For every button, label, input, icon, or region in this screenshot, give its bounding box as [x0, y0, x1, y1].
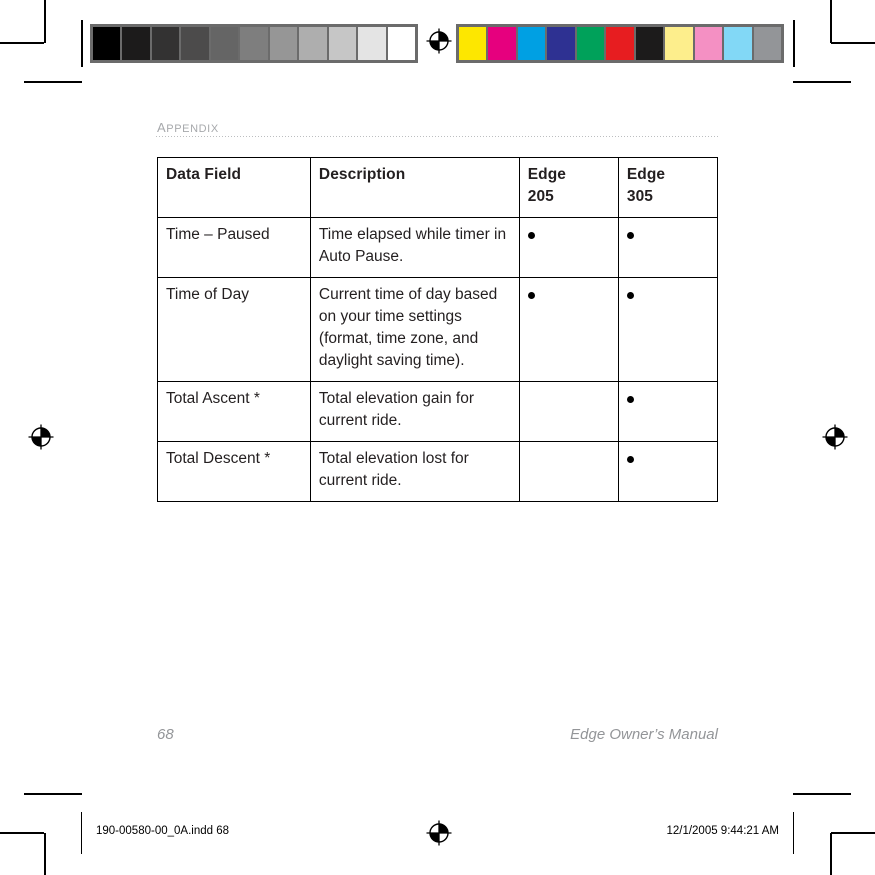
cell-edge-205: [518, 217, 619, 278]
data-fields-table: Data Field Description Edge 205 Edge 305…: [157, 157, 719, 502]
cell-edge-305: [617, 217, 719, 278]
table-header-row: Data Field Description Edge 205 Edge 305: [157, 157, 719, 218]
cell-edge-305: [617, 277, 719, 382]
slug-timestamp: 12/1/2005 9:44:21 AM: [666, 825, 779, 837]
cell-edge-205: [518, 441, 619, 502]
cell-edge-305: [617, 381, 719, 442]
column-header-description: Description: [309, 157, 520, 218]
cell-description: Total elevation gain for current ride.: [309, 381, 520, 442]
column-header-edge-205: Edge 205: [518, 157, 619, 218]
supported-dot-icon: [626, 456, 634, 463]
table-row: Time – Paused Time elapsed while timer in…: [157, 217, 719, 278]
section-title-rule: [156, 136, 720, 137]
cell-description: Time elapsed while timer in Auto Pause.: [309, 217, 520, 278]
manual-page: Appendix Data Field Description Edge 205…: [0, 0, 875, 875]
supported-dot-icon: [626, 396, 634, 403]
column-header-edge-305: Edge 305: [617, 157, 719, 218]
cell-data-field: Time of Day: [157, 277, 311, 382]
page-number: 68: [157, 726, 174, 743]
slug-left-rule: [81, 812, 83, 854]
table-row: Time of Day Current time of day based on …: [157, 277, 719, 382]
cell-edge-205: [518, 277, 619, 382]
supported-dot-icon: [527, 232, 535, 239]
cell-data-field: Total Ascent *: [157, 381, 311, 442]
slug-filename: 190-00580-00_0A.indd 68: [96, 825, 230, 837]
supported-dot-icon: [626, 292, 634, 299]
cell-edge-205: [518, 381, 619, 442]
table-row: Total Descent * Total elevation lost for …: [157, 441, 719, 502]
cell-description: Total elevation lost for current ride.: [309, 441, 520, 502]
supported-dot-icon: [527, 292, 535, 299]
page-section-title: Appendix: [157, 116, 219, 137]
cell-description: Current time of day based on your time s…: [309, 277, 520, 382]
supported-dot-icon: [626, 232, 634, 239]
slug-right-rule: [793, 812, 795, 854]
manual-title-footer: Edge Owner’s Manual: [570, 726, 718, 743]
cell-edge-305: [617, 441, 719, 502]
column-header-data-field: Data Field: [157, 157, 311, 218]
cell-data-field: Time – Paused: [157, 217, 311, 278]
cell-data-field: Total Descent *: [157, 441, 311, 502]
table-row: Total Ascent * Total elevation gain for c…: [157, 381, 719, 442]
